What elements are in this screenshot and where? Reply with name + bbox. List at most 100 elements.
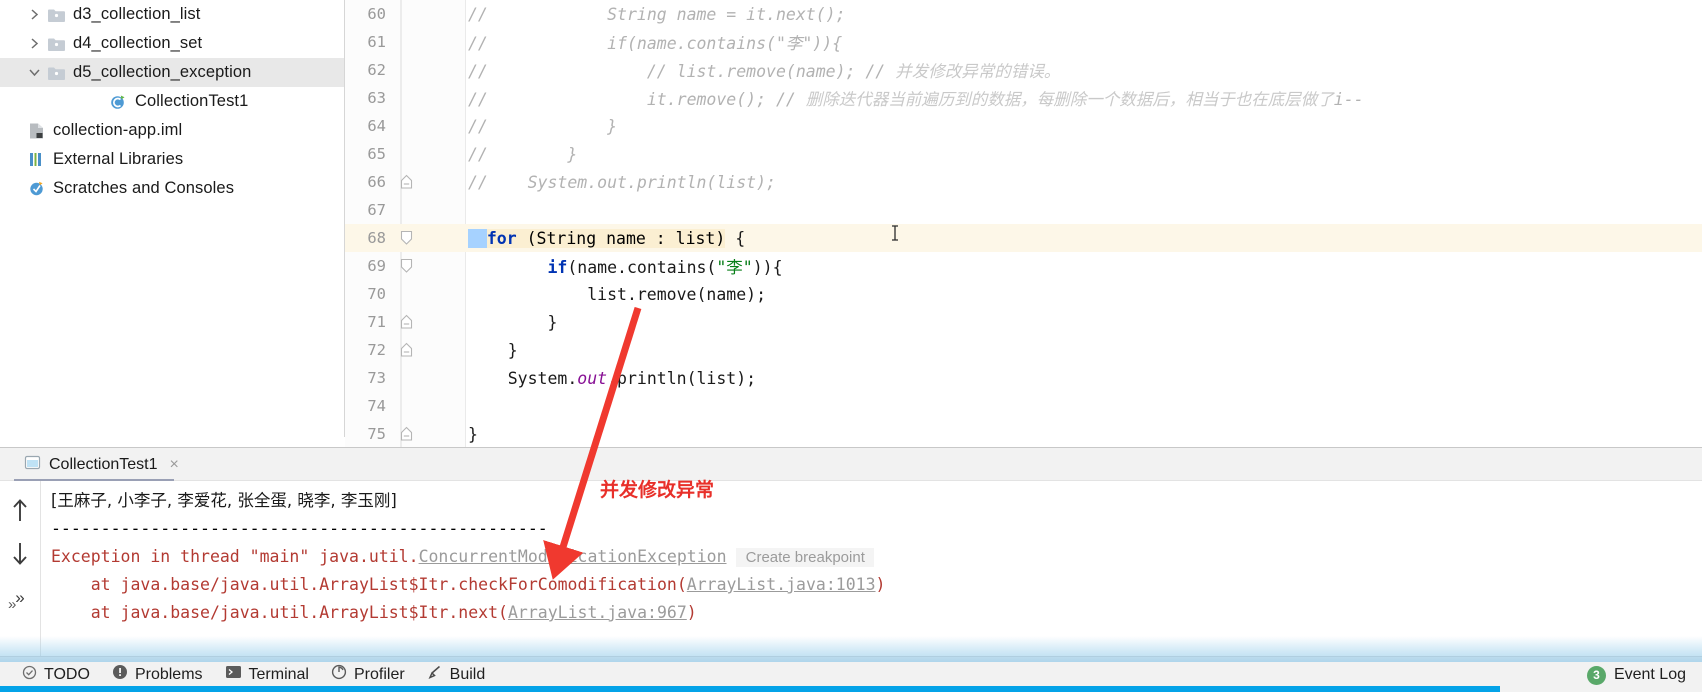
code-line-69[interactable]: 69 if(name.contains("李")){ <box>345 252 1702 280</box>
stack-trace-suffix: ) <box>686 603 697 622</box>
run-tab-label: CollectionTest1 <box>49 455 158 473</box>
profiler-icon <box>331 664 347 685</box>
status-item-profiler[interactable]: Profiler <box>331 664 405 685</box>
code-text: // it.remove(); // 删除迭代器当前遍历到的数据，每删除一个数据… <box>420 86 1364 110</box>
event-log-badge: 3 <box>1586 665 1606 685</box>
code-line-71[interactable]: 71 } <box>345 308 1702 336</box>
code-text: list.remove(name); <box>420 285 766 304</box>
chevron-right-icon[interactable] <box>26 7 42 23</box>
code-line-68[interactable]: 68 for (String name : list) { <box>345 224 1702 252</box>
close-icon[interactable]: × <box>170 456 179 474</box>
code-line-64[interactable]: 64 // } <box>345 112 1702 140</box>
code-line-61[interactable]: 61 // if(name.contains("李")){ <box>345 28 1702 56</box>
code-text: } <box>420 425 478 444</box>
tree-item-d3-collection-list[interactable]: d3_collection_list <box>0 0 344 29</box>
code-line-70[interactable]: 70 list.remove(name); <box>345 280 1702 308</box>
stack-trace-link[interactable]: ArrayList.java:967 <box>508 603 687 622</box>
fold-collapse-icon[interactable] <box>393 342 420 358</box>
stack-trace-frame: at java.base/java.util.ArrayList$Itr.che… <box>51 575 687 594</box>
code-token: // <box>468 90 488 109</box>
code-line-73[interactable]: 73 System.out.println(list); <box>345 364 1702 392</box>
code-token: } <box>468 340 518 360</box>
code-line-67[interactable]: 67 <box>345 196 1702 224</box>
annotation-label: 并发修改异常 <box>600 479 715 501</box>
tree-item-collection-app-iml[interactable]: collection-app.iml <box>0 116 344 145</box>
line-number: 66 <box>367 173 386 191</box>
line-number: 64 <box>367 117 386 135</box>
console-line: Exception in thread "main" java.util.Con… <box>41 543 1702 571</box>
event-log-label[interactable]: Event Log <box>1614 666 1686 684</box>
console-line: ----------------------------------------… <box>41 515 1702 543</box>
code-line-75[interactable]: 75} <box>345 420 1702 448</box>
status-item-problems-label: Problems <box>134 665 203 683</box>
project-tree-panel[interactable]: d3_collection_list d4_collection_set d5_co… <box>0 0 345 437</box>
console-line: at java.base/java.util.ArrayList$Itr.nex… <box>41 599 1702 627</box>
console-line: at java.base/java.util.ArrayList$Itr.che… <box>41 571 1702 599</box>
stack-trace-link[interactable]: ArrayList.java:1013 <box>687 575 876 594</box>
line-number: 72 <box>367 341 386 359</box>
status-item-build[interactable]: Build <box>427 664 486 685</box>
fold-expand-icon[interactable] <box>393 258 420 274</box>
code-token: if(name.contains("李")){ <box>607 34 843 53</box>
tree-item-label: CollectionTest1 <box>135 92 249 111</box>
line-number: 69 <box>367 257 386 275</box>
scroll-down-button[interactable] <box>7 541 33 567</box>
run-tool-window[interactable]: CollectionTest1 × » [王麻子, 小李子, 李爱花, 张全蛋,… <box>0 447 1702 657</box>
status-item-terminal[interactable]: Terminal <box>225 664 309 685</box>
code-token: // <box>468 144 488 164</box>
code-text: } <box>420 313 557 332</box>
chevron-down-icon[interactable] <box>26 65 42 81</box>
chevron-placeholder <box>6 181 22 197</box>
fold-collapse-icon[interactable] <box>393 314 420 330</box>
libraries-icon <box>26 151 46 169</box>
tree-item-label: d5_collection_exception <box>73 63 252 82</box>
code-line-62[interactable]: 62 // // list.remove(name); // 并发修改异常的错误。 <box>345 56 1702 84</box>
code-line-65[interactable]: 65 // } <box>345 140 1702 168</box>
code-token: "李" <box>716 258 753 277</box>
exception-message: Exception in thread "main" java.util. <box>51 547 419 566</box>
code-token: // <box>468 116 488 136</box>
fold-expand-icon[interactable] <box>393 230 420 246</box>
ide-window: d3_collection_list d4_collection_set d5_co… <box>0 0 1702 692</box>
tree-item-collectiontest1[interactable]: CollectionTest1 <box>0 87 344 116</box>
code-token: for <box>486 228 517 248</box>
fold-collapse-icon[interactable] <box>393 426 420 442</box>
exception-class-link[interactable]: ConcurrentModificationException <box>419 547 727 566</box>
line-number: 74 <box>367 397 386 415</box>
status-item-problems[interactable]: Problems <box>112 664 203 685</box>
code-line-74[interactable]: 74 <box>345 392 1702 420</box>
tree-item-d5-collection-exception[interactable]: d5_collection_exception <box>0 58 344 87</box>
run-tab-collectiontest1[interactable]: CollectionTest1 × <box>16 448 187 481</box>
status-item-build-label: Build <box>449 665 486 683</box>
code-text: // if(name.contains("李")){ <box>420 30 842 54</box>
code-line-60[interactable]: 60 // String name = it.next(); <box>345 0 1702 28</box>
line-number: 68 <box>367 229 386 247</box>
fold-collapse-icon[interactable] <box>393 174 420 190</box>
code-text: // System.out.println(list); <box>420 173 776 192</box>
create-breakpoint-link[interactable]: Create breakpoint <box>736 548 875 567</box>
expand-chevrons-icon[interactable]: » <box>8 596 16 613</box>
chevron-placeholder <box>6 152 22 168</box>
code-token: { <box>725 228 746 248</box>
scroll-up-button[interactable] <box>7 497 33 523</box>
code-editor[interactable]: 60 // String name = it.next(); 61 // if(nam… <box>345 0 1702 449</box>
java-class-icon <box>108 93 128 111</box>
line-number: 61 <box>367 33 386 51</box>
tree-item-scratches-and-consoles[interactable]: Scratches and Consoles <box>0 174 344 203</box>
folder-icon <box>46 64 66 82</box>
console-output[interactable]: [王麻子, 小李子, 李爱花, 张全蛋, 晓李, 李玉刚] -----------… <box>41 481 1702 657</box>
code-line-66[interactable]: 66 // System.out.println(list); <box>345 168 1702 196</box>
code-text: // String name = it.next(); <box>420 5 846 24</box>
code-token <box>468 228 488 248</box>
line-number: 73 <box>367 369 386 387</box>
chevron-right-icon[interactable] <box>26 36 42 52</box>
code-line-72[interactable]: 72 } <box>345 336 1702 364</box>
tree-item-external-libraries[interactable]: External Libraries <box>0 145 344 174</box>
code-line-63[interactable]: 63 // it.remove(); // 删除迭代器当前遍历到的数据，每删除一个… <box>345 84 1702 112</box>
status-item-todo[interactable]: TODO <box>22 665 90 685</box>
run-side-toolbar[interactable]: » <box>0 481 41 657</box>
tree-item-d4-collection-set[interactable]: d4_collection_set <box>0 29 344 58</box>
